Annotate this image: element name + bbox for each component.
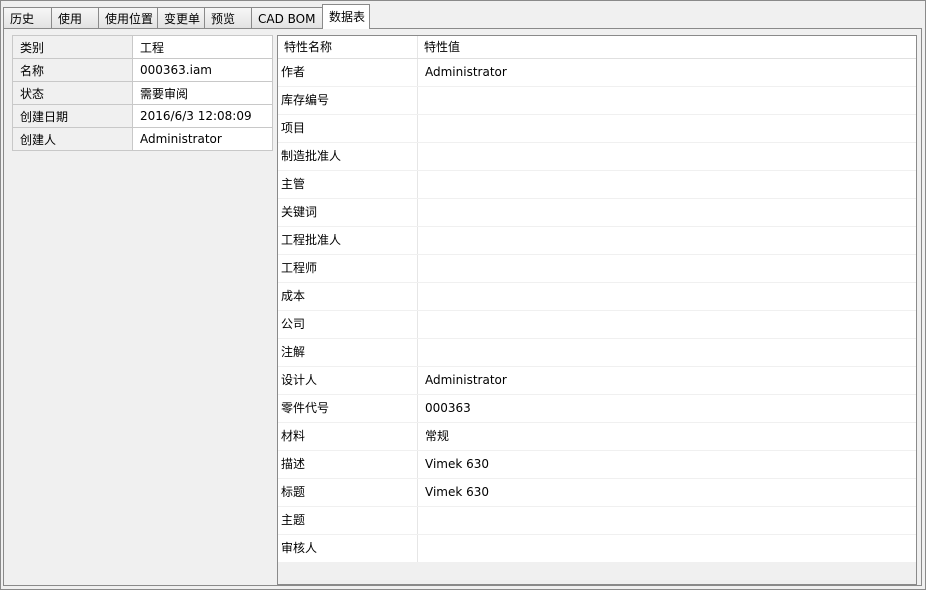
property-value[interactable]: [418, 283, 916, 310]
property-name: 公司: [278, 311, 418, 338]
property-name: 审核人: [278, 535, 418, 562]
property-value[interactable]: 常规: [418, 423, 916, 450]
property-name: 关键词: [278, 199, 418, 226]
summary-key: 创建日期: [12, 104, 133, 128]
summary-row: 创建日期 2016/6/3 12:08:09: [12, 104, 273, 128]
property-row[interactable]: 材料 常规: [278, 423, 916, 451]
property-row[interactable]: 主管: [278, 171, 916, 199]
property-row[interactable]: 审核人: [278, 535, 916, 563]
property-value[interactable]: [418, 507, 916, 534]
property-row[interactable]: 注解: [278, 339, 916, 367]
properties-grid-body: 作者 Administrator 库存编号 项目 制造批准人 主管 关键词 工程批准人 工程师成…: [278, 59, 916, 563]
tab-preview[interactable]: 预览: [204, 7, 252, 29]
property-name: 零件代号: [278, 395, 418, 422]
property-row[interactable]: 作者 Administrator: [278, 59, 916, 87]
property-name: 注解: [278, 339, 418, 366]
column-header-property-value[interactable]: 特性值: [418, 36, 916, 58]
summary-value: 000363.iam: [132, 58, 273, 82]
property-name: 标题: [278, 479, 418, 506]
tab-usage[interactable]: 使用: [51, 7, 99, 29]
properties-grid-header: 特性名称 特性值: [278, 36, 916, 59]
summary-row: 创建人 Administrator: [12, 127, 273, 151]
property-value[interactable]: Administrator: [418, 59, 916, 86]
property-row[interactable]: 制造批准人: [278, 143, 916, 171]
window-frame: 历史 使用 使用位置 变更单 预览 CAD BOM 数据表 类别 工程 名称 0003…: [0, 0, 926, 590]
property-row[interactable]: 工程师: [278, 255, 916, 283]
property-value[interactable]: [418, 227, 916, 254]
property-name: 工程批准人: [278, 227, 418, 254]
property-value[interactable]: [418, 311, 916, 338]
property-name: 库存编号: [278, 87, 418, 114]
property-name: 设计人: [278, 367, 418, 394]
property-row[interactable]: 描述 Vimek 630: [278, 451, 916, 479]
property-row[interactable]: 主题: [278, 507, 916, 535]
property-value[interactable]: [418, 199, 916, 226]
tab-cad-bom[interactable]: CAD BOM: [251, 7, 323, 29]
property-name: 主管: [278, 171, 418, 198]
property-row[interactable]: 关键词: [278, 199, 916, 227]
property-value[interactable]: 000363: [418, 395, 916, 422]
summary-row: 类别 工程: [12, 35, 273, 59]
summary-value: Administrator: [132, 127, 273, 151]
summary-row: 名称 000363.iam: [12, 58, 273, 82]
property-value[interactable]: Administrator: [418, 367, 916, 394]
property-row[interactable]: 设计人 Administrator: [278, 367, 916, 395]
summary-value: 2016/6/3 12:08:09: [132, 104, 273, 128]
property-name: 制造批准人: [278, 143, 418, 170]
property-name: 项目: [278, 115, 418, 142]
tab-where-used[interactable]: 使用位置: [98, 7, 158, 29]
property-value[interactable]: [418, 115, 916, 142]
property-value[interactable]: Vimek 630: [418, 451, 916, 478]
property-value[interactable]: [418, 143, 916, 170]
property-value[interactable]: [418, 171, 916, 198]
property-value[interactable]: [418, 255, 916, 282]
property-name: 描述: [278, 451, 418, 478]
tab-change-order[interactable]: 变更单: [157, 7, 205, 29]
summary-value: 需要审阅: [132, 81, 273, 105]
summary-key: 状态: [12, 81, 133, 105]
property-name: 材料: [278, 423, 418, 450]
summary-table: 类别 工程 名称 000363.iam 状态 需要审阅 创建日期 2016/6/3 12:08…: [12, 35, 273, 151]
property-value[interactable]: [418, 339, 916, 366]
summary-key: 类别: [12, 35, 133, 59]
property-row[interactable]: 成本: [278, 283, 916, 311]
property-value[interactable]: [418, 535, 916, 562]
property-name: 成本: [278, 283, 418, 310]
tab-strip: 历史 使用 使用位置 变更单 预览 CAD BOM 数据表: [3, 4, 370, 29]
tab-datasheet[interactable]: 数据表: [322, 4, 370, 29]
property-row[interactable]: 项目: [278, 115, 916, 143]
properties-grid[interactable]: 特性名称 特性值 作者 Administrator 库存编号 项目 制造批准人 主管 关键词…: [277, 35, 917, 585]
summary-key: 名称: [12, 58, 133, 82]
property-row[interactable]: 零件代号 000363: [278, 395, 916, 423]
column-header-property-name[interactable]: 特性名称: [278, 36, 418, 58]
property-row[interactable]: 工程批准人: [278, 227, 916, 255]
tab-history[interactable]: 历史: [3, 7, 52, 29]
summary-row: 状态 需要审阅: [12, 81, 273, 105]
property-value[interactable]: Vimek 630: [418, 479, 916, 506]
property-row[interactable]: 库存编号: [278, 87, 916, 115]
summary-value: 工程: [132, 35, 273, 59]
property-row[interactable]: 公司: [278, 311, 916, 339]
property-row[interactable]: 标题 Vimek 630: [278, 479, 916, 507]
property-name: 工程师: [278, 255, 418, 282]
tab-content-panel: 类别 工程 名称 000363.iam 状态 需要审阅 创建日期 2016/6/3 12:08…: [3, 28, 922, 586]
property-name: 主题: [278, 507, 418, 534]
summary-key: 创建人: [12, 127, 133, 151]
property-name: 作者: [278, 59, 418, 86]
property-value[interactable]: [418, 87, 916, 114]
